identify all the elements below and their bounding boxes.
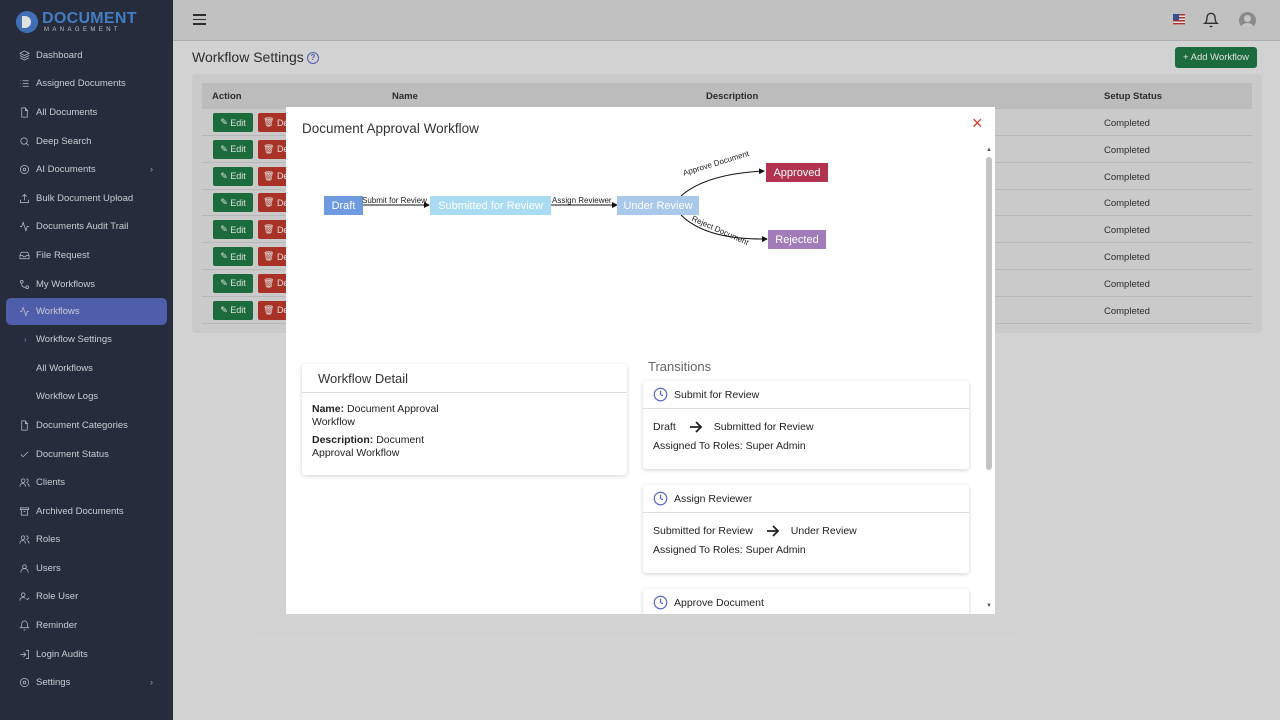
detail-description: Description: Document Approval Workflow	[312, 434, 462, 459]
clock-icon	[653, 387, 668, 402]
detail-name-label: Name:	[312, 403, 345, 415]
edge-label-submit: Submit for Review	[362, 196, 427, 205]
modal-title: Document Approval Workflow	[302, 121, 479, 136]
node-draft[interactable]: Draft	[324, 196, 363, 215]
transition-card: Assign Reviewer Submitted for Review Und…	[643, 485, 969, 573]
node-rejected[interactable]: Rejected	[768, 230, 826, 249]
transition-name: Assign Reviewer	[674, 492, 753, 505]
arrow-right-icon	[766, 525, 780, 537]
node-approved[interactable]: Approved	[766, 163, 828, 182]
transition-card: Submit for Review Draft Submitted for Re…	[643, 381, 969, 469]
node-under-review[interactable]: Under Review	[617, 196, 699, 215]
clock-icon	[653, 595, 668, 610]
detail-description-label: Description:	[312, 434, 374, 446]
workflow-diagram: Draft Submitted for Review Under Review …	[286, 149, 976, 272]
edge-label-assign: Assign Reviewer	[552, 196, 612, 205]
transitions-title: Transitions	[648, 359, 712, 374]
node-submitted-for-review[interactable]: Submitted for Review	[430, 196, 551, 215]
transition-roles: Assigned To Roles: Super Admin	[653, 544, 806, 556]
close-icon[interactable]: ×	[972, 114, 983, 132]
workflow-detail-card: Workflow Detail Name: Document Approval …	[302, 364, 627, 475]
transition-from: Draft	[653, 421, 676, 433]
scroll-down-icon[interactable]: ▼	[986, 603, 992, 609]
transition-card: Approve Document	[643, 589, 969, 614]
scroll-up-icon[interactable]: ▲	[986, 147, 992, 153]
transition-name: Approve Document	[674, 596, 764, 609]
transition-from: Submitted for Review	[653, 525, 753, 537]
workflow-modal: Document Approval Workflow × ▲ ▼ Draft S…	[286, 107, 995, 614]
transition-name: Submit for Review	[674, 388, 760, 401]
clock-icon	[653, 491, 668, 506]
arrow-right-icon	[689, 421, 703, 433]
transition-to: Under Review	[790, 525, 857, 537]
detail-name: Name: Document Approval Workflow	[312, 403, 462, 428]
transition-to: Submitted for Review	[713, 421, 814, 433]
modal-scrollbar[interactable]: ▲ ▼	[986, 147, 992, 612]
scrollbar-thumb[interactable]	[986, 157, 992, 470]
transition-roles: Assigned To Roles: Super Admin	[653, 440, 806, 452]
workflow-detail-title: Workflow Detail	[302, 364, 627, 393]
